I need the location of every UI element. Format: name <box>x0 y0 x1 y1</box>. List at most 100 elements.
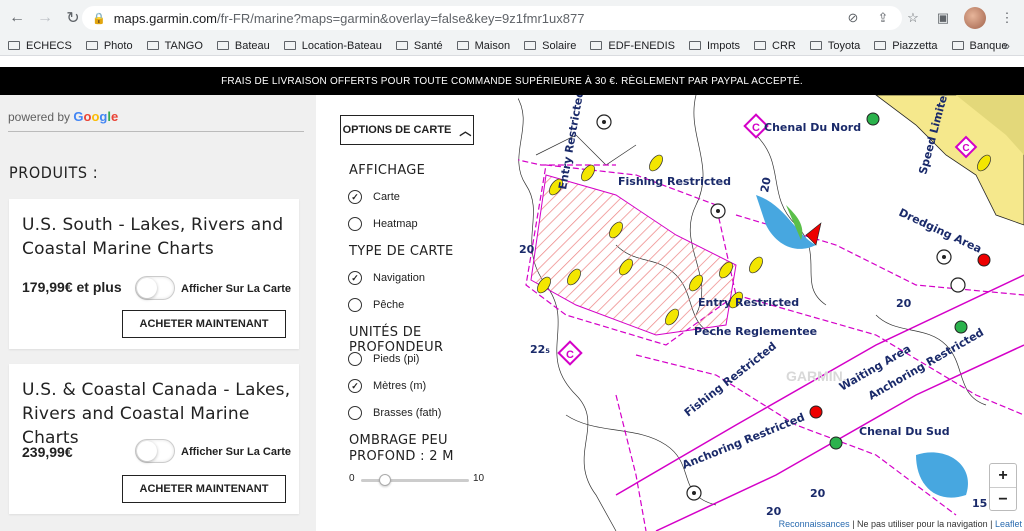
show-on-map-toggle[interactable] <box>135 439 175 463</box>
folder-icon <box>590 41 603 50</box>
url-path: /fr-FR/marine?maps=garmin&overlay=false&… <box>217 10 585 26</box>
bookmark-item[interactable]: Piazzetta <box>874 39 938 52</box>
bookmark-label: Maison <box>474 39 511 52</box>
bookmark-item[interactable]: Toyota <box>809 40 860 52</box>
bookmark-item[interactable]: Bateau <box>216 39 270 52</box>
radio-map-type-fishing[interactable]: Pêche <box>348 298 404 312</box>
powered-by-google: powered by Google <box>8 109 118 124</box>
depth-label: 20 <box>519 243 535 256</box>
bookmark-label: Solaire <box>542 39 577 52</box>
folder-icon <box>951 41 964 50</box>
buy-now-button[interactable]: ACHETER MAINTENANT <box>122 310 286 338</box>
check-icon: ✓ <box>348 190 362 204</box>
folder-icon <box>8 41 20 50</box>
bookmark-item[interactable]: Photo <box>85 40 133 52</box>
radio-label: Pêche <box>373 299 405 311</box>
bookmark-label: Impots <box>706 39 740 52</box>
bookmark-item[interactable]: Maison <box>456 39 511 52</box>
garmin-watermark: GARMIN. <box>786 368 847 384</box>
product-price: 179,99€ et plus <box>22 279 122 295</box>
lock-icon: 🔒 <box>92 12 106 25</box>
radio-label: Brasses (fath) <box>373 407 442 419</box>
slider-min: 0 <box>349 473 355 484</box>
shallow-area <box>756 195 816 249</box>
map-label-chenal-nord: Chenal Du Nord <box>764 121 861 134</box>
bookmark-item[interactable]: Solaire <box>524 40 576 52</box>
url-host: maps.garmin.com <box>113 10 218 26</box>
bookmarks-bar: ECHECS Photo TANGO Bateau Location-Bateau San… <box>0 36 1024 56</box>
bookmarks-more-button[interactable]: » <box>1003 38 1010 53</box>
bookmark-label: Location-Bateau <box>301 39 382 52</box>
bookmark-label: Bateau <box>234 39 270 52</box>
bookmark-label: Santé <box>413 39 443 52</box>
bookmark-item[interactable]: TANGO <box>146 40 203 52</box>
extension-icon[interactable]: ▣ <box>934 9 952 27</box>
folder-icon <box>395 41 408 50</box>
radio-label: Mètres (m) <box>373 380 427 392</box>
display-heading: AFFICHAGE <box>349 163 426 178</box>
google-logo: Google <box>73 109 119 124</box>
radio-circle-icon <box>348 406 362 420</box>
star-icon[interactable]: ☆ <box>904 9 922 27</box>
divider <box>8 131 304 132</box>
browser-toolbar: ← → ↻ 🔒 maps.garmin.com/fr-FR/marine?map… <box>0 0 1024 36</box>
entry-restricted-zone <box>530 174 737 336</box>
bookmark-item[interactable]: Location-Bateau <box>283 39 382 52</box>
recognitions-link[interactable]: Reconnaissances <box>779 519 850 529</box>
back-arrow-icon[interactable]: ← <box>6 7 28 29</box>
zoom-in-button[interactable]: + <box>990 464 1016 487</box>
folder-icon <box>524 41 537 50</box>
check-icon: ✓ <box>348 271 362 285</box>
zoom-out-button[interactable]: − <box>990 488 1016 511</box>
folder-icon <box>688 41 701 50</box>
radio-circle-icon <box>348 298 362 312</box>
bookmark-item[interactable]: Impots <box>688 39 740 52</box>
leaflet-link[interactable]: Leaflet <box>995 519 1022 529</box>
radio-map-type-navigation[interactable]: ✓ Navigation <box>348 271 425 285</box>
slider-track[interactable] <box>361 479 469 482</box>
bookmark-item[interactable]: ECHECS <box>8 40 72 52</box>
svg-text:C: C <box>752 122 760 134</box>
reload-icon[interactable]: ↻ <box>62 7 84 29</box>
bookmark-item[interactable]: CRR <box>754 40 796 52</box>
folder-icon <box>809 41 822 50</box>
depth-label: 20 <box>810 487 826 500</box>
radio-display-heatmap[interactable]: Heatmap <box>348 217 418 231</box>
map-attribution: Reconnaissances | Ne pas utiliser pour l… <box>776 517 1024 531</box>
check-icon: ✓ <box>348 379 362 393</box>
map-options-label: OPTIONS DE CARTE <box>342 124 452 136</box>
radio-label: Carte <box>373 191 400 203</box>
buy-now-button[interactable]: ACHETER MAINTENANT <box>122 475 286 503</box>
radio-depth-meters[interactable]: ✓ Mètres (m) <box>348 379 426 393</box>
profile-avatar[interactable] <box>964 7 986 29</box>
share-icon[interactable]: ⇪ <box>874 9 892 27</box>
radio-display-map[interactable]: ✓ Carte <box>348 190 400 204</box>
depth-label: 22₅ <box>530 343 550 356</box>
bookmark-item[interactable]: Santé <box>395 39 443 52</box>
slider-max: 10 <box>473 473 485 484</box>
product-card: U.S. & Coastal Canada - Lakes, Rivers an… <box>9 364 299 514</box>
map-label-entry-restricted: Entry Restricted <box>698 296 799 309</box>
svg-text:C: C <box>566 349 574 361</box>
bookmark-item[interactable]: EDF-ENEDIS <box>590 40 675 52</box>
map-label-fishing-restricted: Fishing Restricted <box>618 175 731 188</box>
radio-label: Heatmap <box>373 218 418 230</box>
map-options-button[interactable]: OPTIONS DE CARTE ︿ <box>340 115 474 145</box>
product-title: U.S. South - Lakes, Rivers and Coastal M… <box>22 215 284 259</box>
radio-depth-fathoms[interactable]: Brasses (fath) <box>348 406 441 420</box>
chevron-up-icon: ︿ <box>459 123 472 138</box>
slider-handle[interactable] <box>379 474 391 486</box>
blocked-icon[interactable]: ⊘ <box>844 9 862 27</box>
depth-label: 20 <box>758 176 774 194</box>
show-on-map-toggle[interactable] <box>135 276 175 300</box>
shallow-shading-slider[interactable]: 0 10 <box>349 473 484 487</box>
radio-depth-feet[interactable]: Pieds (pi) <box>348 352 419 366</box>
map-label-anchoring-restricted-2: Anchoring Restricted <box>680 411 806 472</box>
address-bar[interactable]: 🔒 maps.garmin.com/fr-FR/marine?maps=garm… <box>82 6 902 30</box>
menu-dots-icon[interactable]: ⋮ <box>998 9 1016 27</box>
radio-label: Pieds (pi) <box>373 353 420 365</box>
bookmark-item[interactable]: Banque <box>951 40 1007 52</box>
forward-arrow-icon[interactable]: → <box>34 7 56 29</box>
bookmark-label: Piazzetta <box>892 39 938 52</box>
depth-label: 15 <box>972 497 987 510</box>
